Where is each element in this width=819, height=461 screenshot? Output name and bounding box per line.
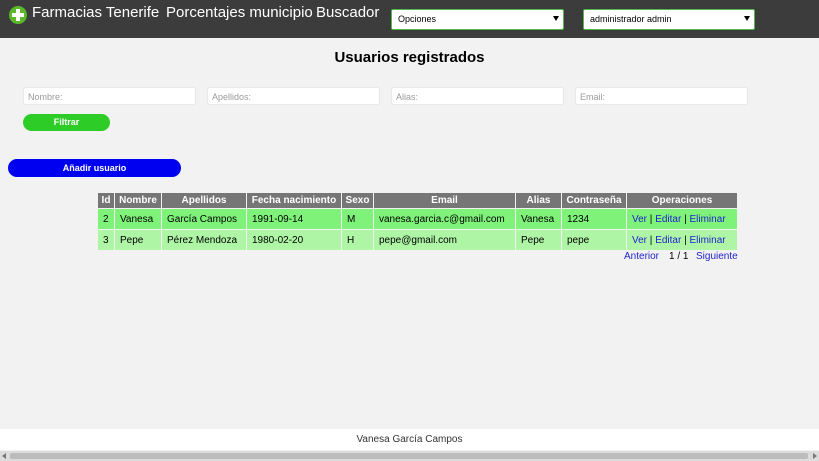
pharmacy-cross-icon[interactable] [9,6,27,24]
scroll-right-icon[interactable] [813,453,817,459]
cell-id: 3 [97,229,115,251]
cell-sexo: H [341,229,374,251]
delete-link[interactable]: Eliminar [689,235,725,246]
cell-email: pepe@gmail.com [373,229,516,251]
op-separator: | [649,234,653,246]
page-title: Usuarios registrados [334,49,485,66]
header-alias: Alias [515,192,562,209]
table-row: 3 Pepe Pérez Mendoza 1980-02-20 H pepe@g… [97,229,738,251]
op-separator: | [649,213,653,225]
header-sexo: Sexo [341,192,374,209]
scrollbar-thumb[interactable] [10,453,808,459]
cell-email: vanesa.garcia.c@gmail.com [373,208,516,230]
nombre-filter-input[interactable]: Nombre: [23,87,196,105]
scroll-left-icon[interactable] [2,453,6,459]
header-id: Id [97,192,115,209]
top-navbar: Farmacias Tenerife Porcentajes municipio… [0,0,819,38]
header-apellidos: Apellidos [161,192,247,209]
header-contrasena: Contraseña [561,192,627,209]
cell-alias: Vanesa [515,208,562,230]
filter-button[interactable]: Filtrar [23,114,110,131]
cell-apellidos: García Campos [161,208,247,230]
user-select[interactable]: administrador admin [583,9,755,30]
delete-link[interactable]: Eliminar [689,214,725,225]
edit-link[interactable]: Editar [655,235,681,246]
alias-filter-input[interactable]: Alias: [391,87,564,105]
table-row: 2 Vanesa García Campos 1991-09-14 M vane… [97,208,738,230]
horizontal-scrollbar[interactable] [0,451,819,461]
cell-nombre: Pepe [114,229,162,251]
options-select-value: Opciones [398,14,437,24]
page-indicator: 1 / 1 [669,251,689,262]
add-user-button[interactable]: Añadir usuario [8,159,181,177]
table-header-row: Id Nombre Apellidos Fecha nacimiento Sex… [97,192,738,209]
view-link[interactable]: Ver [632,235,647,246]
nav-link-farmacias[interactable]: Farmacias Tenerife [32,4,159,21]
op-separator: | [684,213,687,225]
op-separator: | [684,234,687,246]
cell-operations: Ver | Editar | Eliminar [626,229,738,251]
footer-username: Vanesa García Campos [0,429,819,450]
header-email: Email [373,192,516,209]
options-select[interactable]: Opciones [391,9,564,30]
prev-page-link[interactable]: Anterior [624,251,659,262]
next-page-link[interactable]: Siguiente [696,251,738,262]
nav-link-porcentajes[interactable]: Porcentajes municipio [166,4,313,21]
cell-nombre: Vanesa [114,208,162,230]
cell-operations: Ver | Editar | Eliminar [626,208,738,230]
users-table: Id Nombre Apellidos Fecha nacimiento Sex… [97,192,738,251]
view-link[interactable]: Ver [632,214,647,225]
cell-alias: Pepe [515,229,562,251]
nav-link-buscador[interactable]: Buscador [316,4,379,21]
cell-fecha: 1991-09-14 [246,208,342,230]
cell-fecha: 1980-02-20 [246,229,342,251]
cell-sexo: M [341,208,374,230]
cell-apellidos: Pérez Mendoza [161,229,247,251]
header-fecha: Fecha nacimiento [246,192,342,209]
cell-id: 2 [97,208,115,230]
header-operaciones: Operaciones [626,192,738,209]
header-nombre: Nombre [114,192,162,209]
edit-link[interactable]: Editar [655,214,681,225]
apellidos-filter-input[interactable]: Apellidos: [207,87,380,105]
user-select-value: administrador admin [590,14,672,24]
cell-password: pepe [561,229,627,251]
chevron-down-icon [553,16,559,21]
cell-password: 1234 [561,208,627,230]
email-filter-input[interactable]: Email: [575,87,748,105]
chevron-down-icon [744,16,750,21]
